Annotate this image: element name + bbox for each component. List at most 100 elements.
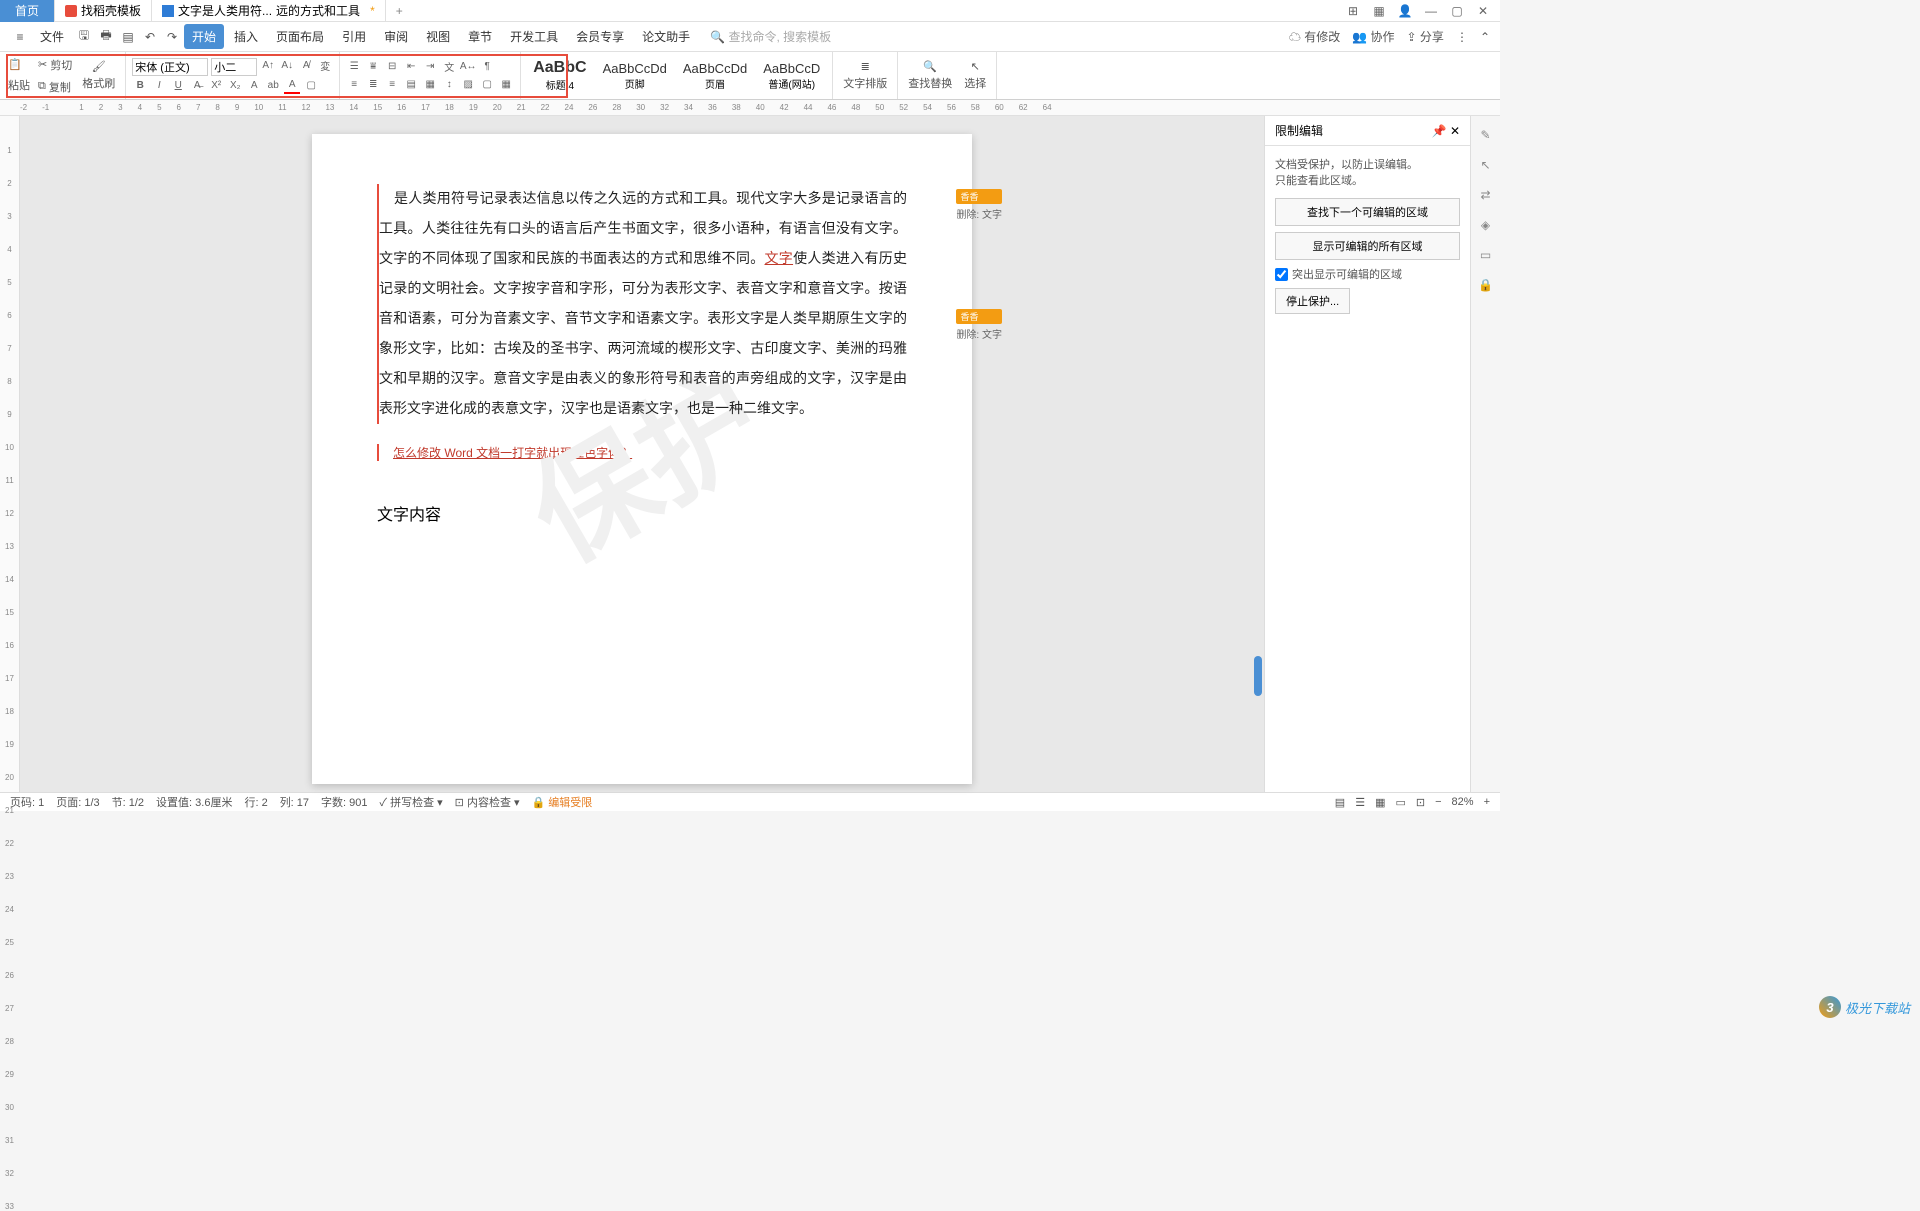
checkbox-input[interactable] — [1275, 268, 1288, 281]
style-normal-web[interactable]: AaBbCcD普通(网站) — [757, 59, 826, 93]
style-footer[interactable]: AaBbCcDd页脚 — [597, 59, 673, 93]
numbering-icon[interactable]: ⩸ — [365, 59, 381, 75]
style-header[interactable]: AaBbCcDd页眉 — [677, 59, 753, 93]
tab-start[interactable]: 开始 — [184, 24, 224, 49]
font-color-icon[interactable]: A — [284, 78, 300, 94]
close-panel-icon[interactable]: ✕ — [1450, 124, 1460, 138]
vertical-ruler[interactable]: 1234567891011121314151617181920212223242… — [0, 116, 20, 792]
text-direction-icon[interactable]: 文 — [441, 59, 457, 75]
decrease-indent-icon[interactable]: ⇤ — [403, 59, 419, 75]
horizontal-ruler[interactable]: -2-1123456789101112131415161718192021222… — [0, 100, 1500, 116]
bold-icon[interactable]: B — [132, 78, 148, 94]
grow-font-icon[interactable]: A↑ — [260, 58, 276, 74]
paragraph-1[interactable]: 是人类用符号记录表达信息以传之久远的方式和工具。现代文字大多是记录语言的工具。人… — [377, 184, 907, 424]
select-button[interactable]: ↖选择 — [960, 58, 990, 93]
tab-references[interactable]: 引用 — [334, 24, 374, 49]
redo-icon[interactable]: ↷ — [162, 27, 182, 47]
status-sections[interactable]: 节: 1/2 — [112, 794, 144, 810]
tab-insert[interactable]: 插入 — [226, 24, 266, 49]
tab-home[interactable]: 首页 — [0, 0, 55, 22]
find-next-region-button[interactable]: 查找下一个可编辑的区域 — [1275, 198, 1460, 226]
tab-document[interactable]: 文字是人类用符... 远的方式和工具 * — [152, 0, 386, 22]
find-replace-button[interactable]: 🔍查找替换 — [904, 58, 956, 93]
tab-template[interactable]: 找稻壳模板 — [55, 0, 152, 22]
distribute-icon[interactable]: ▦ — [422, 77, 438, 93]
copy-button[interactable]: ⧉复制 — [36, 77, 74, 97]
zoom-fit-icon[interactable]: ⊡ — [1416, 796, 1425, 809]
chevron-down-icon[interactable]: ⋮ — [1456, 30, 1468, 44]
status-restricted[interactable]: 🔒 编辑受限 — [532, 794, 593, 810]
justify-icon[interactable]: ▤ — [403, 77, 419, 93]
file-menu[interactable]: 文件 — [32, 24, 72, 49]
show-marks-icon[interactable]: ¶ — [479, 59, 495, 75]
view-print-icon[interactable]: ▤ — [1335, 796, 1345, 809]
tab-sections[interactable]: 章节 — [460, 24, 500, 49]
border-icon[interactable]: ▢ — [479, 77, 495, 93]
cloud-changes[interactable]: ☁ 有修改 — [1289, 28, 1340, 45]
close-button[interactable]: ✕ — [1474, 2, 1492, 20]
maximize-button[interactable]: ▢ — [1448, 2, 1466, 20]
show-all-regions-button[interactable]: 显示可编辑的所有区域 — [1275, 232, 1460, 260]
pen-icon[interactable]: ✎ — [1477, 126, 1495, 144]
comment-1[interactable]: 香香 删除: 文字 — [956, 189, 1002, 221]
apps-icon[interactable]: ▦ — [1370, 2, 1388, 20]
zoom-value[interactable]: 82% — [1452, 796, 1474, 808]
zoom-in-icon[interactable]: + — [1484, 796, 1490, 808]
command-search[interactable]: 🔍 查找命令, 搜索模板 — [700, 28, 831, 45]
save-icon[interactable]: 🖫 — [74, 27, 94, 47]
scroll-thumb[interactable] — [1254, 656, 1262, 696]
lock-icon[interactable]: 🔒 — [1477, 276, 1495, 294]
align-center-icon[interactable]: ≣ — [365, 77, 381, 93]
format-painter[interactable]: 🖌格式刷 — [78, 58, 119, 93]
stop-protection-button[interactable]: 停止保护... — [1275, 288, 1350, 314]
tab-paper[interactable]: 论文助手 — [634, 24, 698, 49]
minimize-button[interactable]: — — [1422, 2, 1440, 20]
style-heading4[interactable]: AaBbC标题 4 — [527, 57, 592, 94]
tab-developer[interactable]: 开发工具 — [502, 24, 566, 49]
align-right-icon[interactable]: ≡ — [384, 77, 400, 93]
highlight-regions-checkbox[interactable]: 突出显示可编辑的区域 — [1275, 266, 1460, 282]
view-read-icon[interactable]: ▭ — [1395, 796, 1405, 809]
tab-view[interactable]: 视图 — [418, 24, 458, 49]
italic-icon[interactable]: I — [151, 78, 167, 94]
clear-format-icon[interactable]: A̸ — [298, 58, 314, 74]
size-select[interactable] — [211, 58, 257, 76]
collab-button[interactable]: 👥 协作 — [1352, 28, 1394, 45]
view-web-icon[interactable]: ▦ — [1375, 796, 1385, 809]
align-distribute-icon[interactable]: A↔ — [460, 59, 476, 75]
paste-button[interactable]: 📋 — [6, 56, 32, 73]
collapse-ribbon-icon[interactable]: ⌃ — [1480, 30, 1490, 44]
cut-button[interactable]: ✂剪切 — [36, 55, 74, 75]
text-layout-button[interactable]: ≣文字排版 — [839, 58, 891, 93]
phonetic-icon[interactable]: 変 — [317, 58, 333, 74]
preview-icon[interactable]: ▤ — [118, 27, 138, 47]
superscript-icon[interactable]: X² — [208, 78, 224, 94]
line-spacing-icon[interactable]: ↕ — [441, 77, 457, 93]
hamburger-icon[interactable]: ≡ — [10, 27, 30, 47]
highlight-icon[interactable]: ab — [265, 78, 281, 94]
layout-icon[interactable]: ⊞ — [1344, 2, 1362, 20]
text-link[interactable]: 文字 — [765, 250, 794, 266]
zoom-out-icon[interactable]: − — [1435, 796, 1441, 808]
new-tab-button[interactable]: + — [386, 4, 413, 18]
view-outline-icon[interactable]: ☰ — [1355, 796, 1365, 809]
share-button[interactable]: ⇪ 分享 — [1407, 28, 1444, 45]
status-spellcheck[interactable]: ✓ 拼写检查 ▾ — [380, 794, 443, 810]
bullets-icon[interactable]: ☰ — [346, 59, 362, 75]
align-left-icon[interactable]: ≡ — [346, 77, 362, 93]
status-page[interactable]: 页码: 1 — [10, 794, 44, 810]
comment-2[interactable]: 香香 删除: 文字 — [956, 309, 1002, 341]
strike-icon[interactable]: A̶ — [189, 78, 205, 94]
char-shading-icon[interactable]: ▢ — [303, 78, 319, 94]
subscript-icon[interactable]: X₂ — [227, 78, 243, 94]
print-icon[interactable]: 🖶 — [96, 27, 116, 47]
multilevel-icon[interactable]: ⊟ — [384, 59, 400, 75]
increase-indent-icon[interactable]: ⇥ — [422, 59, 438, 75]
table-icon[interactable]: ▦ — [498, 77, 514, 93]
shading-icon[interactable]: ▨ — [460, 77, 476, 93]
cursor-icon[interactable]: ↖ — [1477, 156, 1495, 174]
underline-icon[interactable]: U — [170, 78, 186, 94]
tab-page-layout[interactable]: 页面布局 — [268, 24, 332, 49]
styles-gallery[interactable]: AaBbC标题 4 AaBbCcDd页脚 AaBbCcDd页眉 AaBbCcD普… — [521, 52, 833, 99]
status-content-check[interactable]: ⊡ 内容检查 ▾ — [455, 794, 520, 810]
